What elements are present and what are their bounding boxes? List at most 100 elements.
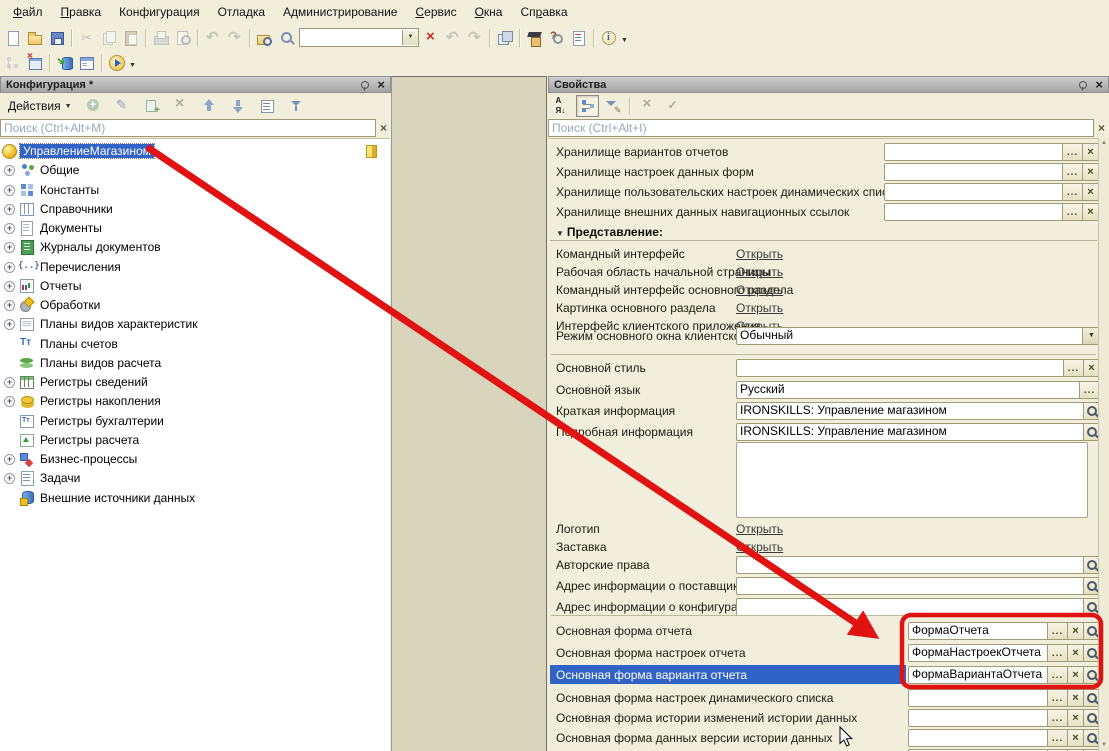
close-configuration-icon[interactable] [24, 52, 46, 74]
tree-item-enumerations[interactable]: +Перечисления [0, 258, 390, 276]
toolbar-dropdown-caret-icon[interactable]: ▼ [620, 31, 632, 44]
open-link[interactable]: Открыть [736, 247, 783, 261]
expand-icon[interactable]: + [4, 319, 15, 330]
clear-search-icon[interactable] [420, 27, 442, 49]
tree-item-external-data-sources[interactable]: Внешние источники данных [0, 489, 390, 507]
tree-item-chart-of-accounts[interactable]: Планы счетов [0, 335, 390, 353]
open-icon[interactable] [24, 27, 46, 49]
ellipsis-button[interactable]: ... [1047, 645, 1067, 661]
open-link[interactable]: Открыть [736, 522, 783, 536]
property-field[interactable]: Русский... [736, 381, 1099, 399]
sort-alphabetical-button[interactable] [551, 95, 574, 117]
clear-button[interactable]: × [1067, 623, 1083, 639]
property-field[interactable]: ...× [884, 163, 1099, 181]
apply-button[interactable] [661, 95, 684, 117]
clear-button[interactable]: × [1082, 204, 1098, 220]
print-preview-icon[interactable] [172, 27, 194, 49]
category-view-button[interactable] [576, 95, 599, 117]
scroll-up-icon[interactable]: ▲ [1099, 138, 1109, 149]
property-field[interactable]: IRONSKILLS: Управление магазином [736, 402, 1099, 420]
pin-icon[interactable] [1079, 81, 1087, 89]
menu-item-Справка[interactable]: Справка [511, 1, 576, 23]
list-button[interactable] [257, 95, 280, 117]
actions-menu-button[interactable]: Действия ▼ [3, 97, 77, 115]
print-icon[interactable] [150, 27, 172, 49]
ellipsis-button[interactable]: ... [1047, 667, 1067, 683]
expand-icon[interactable]: + [4, 262, 15, 273]
clear-search-icon[interactable]: × [1094, 121, 1109, 135]
add-button[interactable] [83, 95, 106, 117]
redo-icon[interactable] [224, 27, 246, 49]
tree-item-constants[interactable]: +Константы [0, 181, 390, 199]
combo-dropdown-icon[interactable]: ▼ [402, 30, 418, 45]
clear-button[interactable]: × [1083, 360, 1099, 376]
copy-item-button[interactable] [141, 95, 164, 117]
tree-item-reports[interactable]: +Отчеты [0, 277, 390, 295]
vertical-scrollbar[interactable]: ▲ ▼ [1098, 138, 1109, 751]
property-field[interactable]: ...× [884, 203, 1099, 221]
expand-icon[interactable]: + [4, 185, 15, 196]
syntax-helper-icon[interactable] [524, 27, 546, 49]
property-dropdown[interactable]: Обычный▼ [736, 327, 1099, 345]
property-field[interactable] [736, 577, 1099, 595]
undo-icon[interactable] [202, 27, 224, 49]
search-button[interactable] [1083, 645, 1099, 661]
ellipsis-button[interactable]: ... [1047, 690, 1067, 706]
menu-item-Конфигурация[interactable]: Конфигурация [110, 1, 209, 23]
tree-item-catalogs[interactable]: +Справочники [0, 200, 390, 218]
expand-icon[interactable]: + [4, 377, 15, 388]
go-back-icon[interactable] [442, 27, 464, 49]
expand-icon[interactable]: + [4, 300, 15, 311]
property-field[interactable]: ...× [908, 709, 1099, 727]
clear-search-icon[interactable]: × [376, 121, 391, 135]
tree-item-documents[interactable]: +Документы [0, 219, 390, 237]
filter-button[interactable] [286, 95, 309, 117]
menu-item-Сервис[interactable]: Сервис [406, 1, 465, 23]
expand-icon[interactable]: + [4, 473, 15, 484]
find-in-files-icon[interactable] [254, 27, 276, 49]
property-field[interactable]: ФормаВариантаОтчета...× [908, 666, 1099, 684]
dropdown-arrow-icon[interactable]: ▼ [1082, 328, 1099, 344]
open-link[interactable]: Открыть [736, 283, 783, 297]
filter-settings-button[interactable] [601, 95, 624, 117]
global-search-input[interactable] [300, 30, 402, 46]
properties-search-input[interactable] [548, 119, 1094, 137]
search-button[interactable] [1083, 557, 1099, 573]
ellipsis-button[interactable]: ... [1062, 204, 1082, 220]
cancel-button[interactable] [636, 95, 659, 117]
search-button[interactable] [1083, 710, 1099, 726]
update-database-config-icon[interactable] [54, 52, 76, 74]
start-debugging-icon[interactable] [106, 52, 128, 74]
tree-item-tasks[interactable]: +Задачи [0, 469, 390, 487]
syntax-check-icon[interactable] [546, 27, 568, 49]
ellipsis-button[interactable]: ... [1047, 710, 1067, 726]
search-button[interactable] [1083, 578, 1099, 594]
cut-icon[interactable] [76, 27, 98, 49]
property-field[interactable]: ФормаНастроекОтчета...× [908, 644, 1099, 662]
clear-button[interactable]: × [1067, 667, 1083, 683]
ellipsis-button[interactable]: ... [1047, 730, 1067, 746]
ellipsis-button[interactable]: ... [1047, 623, 1067, 639]
tree-item-chart-of-calculation-types[interactable]: Планы видов расчета [0, 354, 390, 372]
clear-button[interactable]: × [1067, 710, 1083, 726]
tree-item-business-processes[interactable]: +Бизнес-процессы [0, 450, 390, 468]
templates-icon[interactable] [568, 27, 590, 49]
about-icon[interactable] [598, 27, 620, 49]
clear-button[interactable]: × [1067, 690, 1083, 706]
expand-icon[interactable]: + [4, 396, 15, 407]
menu-item-Администрирование[interactable]: Администрирование [274, 1, 406, 23]
search-button[interactable] [1083, 599, 1099, 615]
search-button[interactable] [1083, 667, 1099, 683]
ellipsis-button[interactable]: ... [1063, 360, 1083, 376]
tree-item-configuration-root[interactable]: УправлениеМагазином [0, 142, 390, 160]
client-app-interface-icon[interactable] [76, 52, 98, 74]
menu-item-Окна[interactable]: Окна [466, 1, 512, 23]
property-field[interactable]: ...× [908, 729, 1099, 747]
property-field[interactable]: ...× [884, 143, 1099, 161]
expand-icon[interactable]: + [4, 223, 15, 234]
expand-icon[interactable]: + [4, 165, 15, 176]
property-field[interactable]: ...× [884, 183, 1099, 201]
menu-item-Отладка[interactable]: Отладка [209, 1, 274, 23]
menu-item-Файл[interactable]: Файл [4, 1, 52, 23]
find-icon[interactable] [276, 27, 298, 49]
